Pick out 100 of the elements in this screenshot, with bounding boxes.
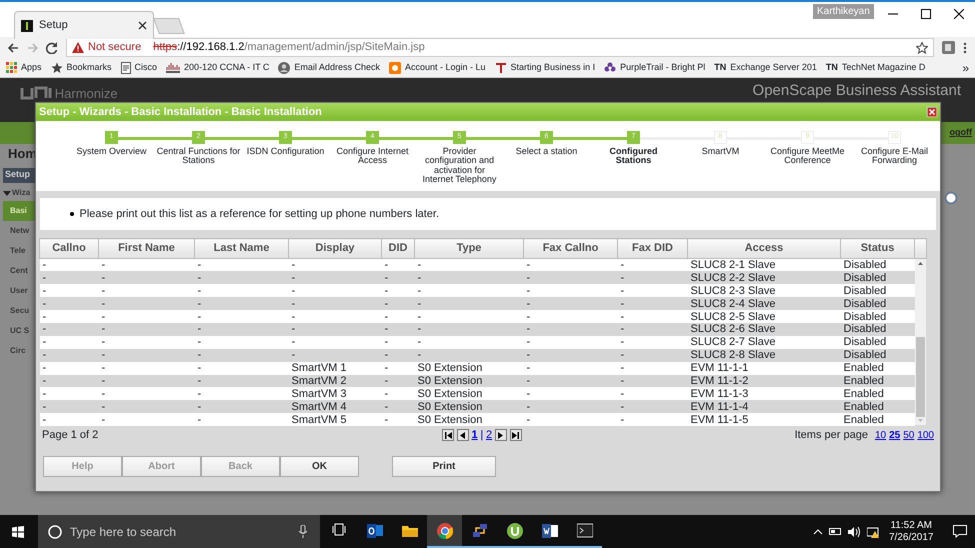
table-cell: SmartVM 1	[288, 362, 382, 375]
table-cell: SmartVM 4	[288, 400, 382, 414]
table-cell: -	[194, 387, 288, 400]
table-cell: EVM 11-1-1	[688, 362, 840, 375]
sidebar-header: Setup	[3, 168, 35, 183]
chevron-up-icon[interactable]	[813, 528, 823, 536]
sidebar-item[interactable]: Secu	[3, 301, 35, 321]
table-cell: Disabled	[840, 336, 914, 349]
clock-time[interactable]: 11:52 AM	[889, 520, 934, 532]
step-label: ISDN Configuration	[246, 147, 326, 156]
column-header[interactable]: Type	[414, 238, 524, 258]
sidebar-item[interactable]: User	[3, 281, 35, 301]
page-icon	[120, 62, 131, 74]
table-cell: -	[98, 374, 194, 388]
column-header[interactable]: Status	[840, 238, 914, 258]
bookmark-link[interactable]: Bookmarks	[50, 60, 112, 74]
sidebar-item[interactable]: Circ	[3, 341, 35, 361]
previous-page-button[interactable]	[456, 429, 469, 442]
table-cell: SLUC8 2-1 Slave	[688, 258, 840, 272]
bookmark-link[interactable]: PurpleTrail - Bright Pl	[604, 60, 706, 74]
column-header[interactable]: Last Name	[194, 238, 288, 258]
table-cell: -	[618, 258, 688, 272]
bookmark-link[interactable]: TN TechNet Magazine D	[826, 60, 926, 74]
column-header[interactable]: Access	[688, 238, 840, 258]
column-header[interactable]: Fax Callno	[524, 238, 618, 258]
tee-icon	[494, 62, 507, 74]
table-cell: -	[194, 362, 288, 375]
sidebar-item[interactable]: Tele	[3, 241, 35, 261]
page-size-link[interactable]: 100	[917, 428, 934, 443]
table-cell: -	[618, 310, 688, 323]
address-bar[interactable]: Not secure https://192.168.1.2/management/admin/jsp/SiteMain.jsp	[66, 38, 934, 57]
extension-icon[interactable]	[942, 41, 955, 54]
table-cell: -	[524, 284, 618, 298]
table-cell: -	[40, 322, 98, 336]
page-link[interactable]: 1	[472, 426, 478, 444]
tab-title: Setup	[39, 18, 69, 34]
table-cell: -	[414, 284, 524, 298]
document-app-icon	[542, 522, 558, 538]
table-cell: -	[414, 297, 524, 310]
last-page-button[interactable]	[510, 429, 522, 442]
sidebar-item[interactable]: Wiza	[3, 185, 35, 201]
torrent-icon	[506, 522, 522, 538]
column-header[interactable]: Callno	[40, 238, 98, 258]
maximize-icon[interactable]	[921, 9, 931, 19]
bookmark-link[interactable]: Apps	[6, 60, 42, 74]
bookmark-link[interactable]: Starting Business in I	[494, 60, 596, 74]
bookmark-link[interactable]: Account - Login - Lu	[388, 60, 486, 74]
taskbar-app-button[interactable]	[427, 515, 462, 548]
dialog-button[interactable]: OK	[280, 456, 359, 478]
favicon-icon	[21, 20, 33, 32]
column-header[interactable]: Display	[288, 238, 382, 258]
reload-icon[interactable]	[46, 42, 58, 54]
bookmark-star-icon[interactable]	[916, 42, 928, 54]
dialog-button[interactable]: Print	[392, 456, 496, 478]
logoff-link[interactable]: ogoff	[950, 126, 972, 140]
battery-icon[interactable]	[828, 527, 842, 536]
bullet-icon	[70, 212, 74, 216]
column-header[interactable]: Fax DID	[618, 238, 688, 258]
network-warning-icon[interactable]	[866, 526, 880, 538]
table-cell: -	[98, 258, 194, 272]
bookmark-link[interactable]: Cisco	[120, 60, 158, 74]
table-cell: -	[524, 413, 618, 426]
table-cell: Disabled	[840, 271, 914, 284]
taskbar-search-field[interactable]: Type here to search	[38, 515, 320, 548]
close-icon[interactable]	[138, 21, 147, 30]
clock-date[interactable]: 7/26/2017	[889, 532, 934, 544]
table-cell: -	[288, 297, 382, 310]
more-bookmarks-button[interactable]: »	[962, 58, 969, 76]
first-page-button[interactable]	[442, 429, 454, 442]
table-cell: SLUC8 2-7 Slave	[688, 336, 840, 349]
bookmark-link[interactable]: Email Address Check	[278, 60, 380, 74]
sidebar-item[interactable]: Netw	[3, 221, 35, 241]
browser-tab[interactable]: Setup	[14, 11, 154, 39]
table-cell: -	[288, 310, 382, 323]
column-header[interactable]: DID	[382, 238, 414, 258]
next-page-button[interactable]	[494, 429, 507, 442]
table-cell: -	[194, 336, 288, 349]
notifications-icon[interactable]	[953, 525, 967, 538]
person-icon	[278, 62, 290, 74]
page-size-link[interactable]: 10	[874, 428, 886, 443]
sidebar-item[interactable]: UC S	[3, 321, 35, 341]
table-cell: -	[40, 310, 98, 323]
table-cell: Disabled	[840, 258, 914, 272]
table-cell: EVM 11-1-2	[688, 374, 840, 388]
column-header[interactable]: First Name	[98, 238, 194, 258]
start-icon[interactable]	[12, 526, 24, 538]
sidebar-item[interactable]: Cent	[3, 261, 35, 281]
bookmark-link[interactable]: 200-120 CCNA - IT C	[166, 60, 270, 74]
arrow-icon	[512, 432, 520, 439]
page-size-link[interactable]: 25	[889, 428, 900, 443]
back-icon[interactable]	[8, 42, 19, 54]
volume-icon[interactable]	[847, 526, 861, 538]
page-link[interactable]: 2	[486, 426, 492, 444]
browser-icon	[436, 522, 452, 538]
bookmark-link[interactable]: TN Exchange Server 201	[714, 60, 817, 74]
menu-icon[interactable]	[963, 42, 967, 54]
page-size-link[interactable]: 50	[903, 428, 914, 443]
table-cell: -	[618, 374, 688, 388]
close-icon[interactable]	[954, 9, 964, 19]
table-cell: Enabled	[840, 413, 914, 426]
